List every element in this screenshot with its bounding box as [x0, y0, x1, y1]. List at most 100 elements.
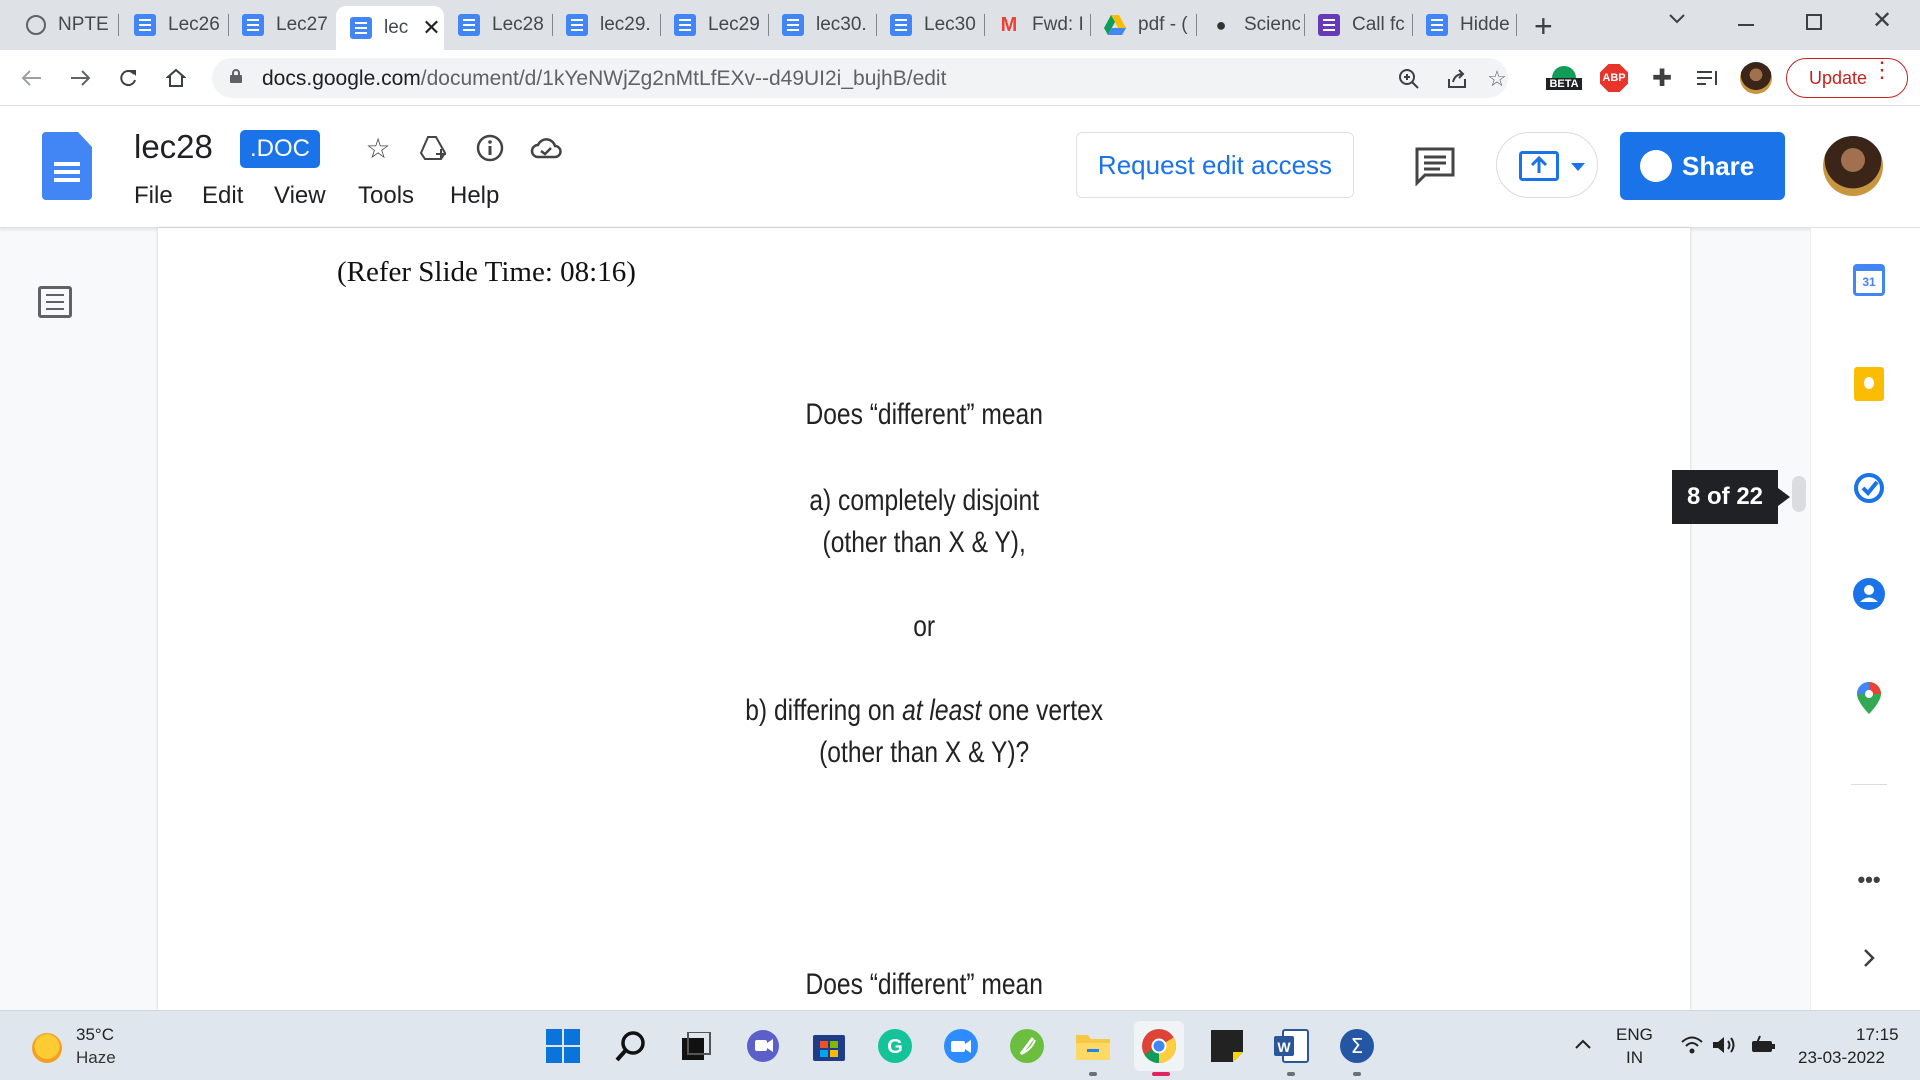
tab-lec28-active[interactable]: lec ✕ — [336, 6, 444, 50]
tab-lec30-b[interactable]: Lec30 — [876, 6, 980, 44]
tab-search-chevron-icon[interactable] — [1668, 12, 1686, 30]
tab-lec30-a[interactable]: lec30. — [768, 6, 872, 44]
reload-icon[interactable] — [110, 60, 146, 96]
comments-icon[interactable] — [1414, 146, 1456, 187]
address-bar[interactable]: docs.google.com/document/d/1kYeNWjZg2nMt… — [212, 58, 1508, 98]
reading-list-icon[interactable] — [1692, 62, 1724, 94]
volume-icon[interactable] — [1712, 1035, 1738, 1060]
tab-hidden[interactable]: Hidde — [1412, 6, 1516, 44]
docs-icon — [134, 14, 156, 36]
tab-lec27[interactable]: Lec27 — [228, 6, 330, 44]
share-page-icon[interactable] — [1444, 66, 1470, 92]
beta-extension-icon[interactable]: BETA — [1546, 62, 1582, 94]
more-horiz-icon[interactable]: ••• — [1853, 864, 1885, 896]
google-docs-logo-icon[interactable] — [42, 132, 92, 200]
menu-view[interactable]: View — [274, 182, 326, 210]
keep-icon[interactable] — [1853, 367, 1885, 401]
zoom-app-icon[interactable] — [942, 1027, 980, 1065]
scrollbar-thumb[interactable] — [1792, 476, 1806, 512]
tab-divider — [1516, 14, 1517, 36]
input-region[interactable]: IN — [1626, 1048, 1643, 1068]
svg-text:W: W — [1277, 1039, 1291, 1055]
tab-lec28-b[interactable]: Lec28 — [444, 6, 548, 44]
word-icon[interactable]: W — [1272, 1027, 1310, 1065]
chrome-icon[interactable] — [1134, 1021, 1184, 1071]
tab-label: Call fc — [1352, 14, 1405, 35]
bookmark-star-icon[interactable]: ☆ — [1484, 66, 1510, 92]
option-b-text-end: one vertex — [981, 694, 1104, 727]
menu-help[interactable]: Help — [450, 182, 499, 210]
update-chrome-button[interactable]: Update ⋮ — [1786, 58, 1908, 98]
tab-lec26[interactable]: Lec26 — [120, 6, 220, 44]
teams-chat-icon[interactable] — [744, 1027, 782, 1065]
weather-description[interactable]: Haze — [76, 1048, 116, 1068]
more-vert-icon[interactable]: ⋮ — [1871, 59, 1893, 81]
tab-label: Scienc — [1244, 14, 1300, 35]
tab-forms[interactable]: Call fc — [1304, 6, 1408, 44]
tab-science[interactable]: ● Scienc — [1196, 6, 1300, 44]
restore-window-icon[interactable] — [1806, 14, 1822, 30]
menu-file[interactable]: File — [134, 182, 173, 210]
math-app-icon[interactable]: Σ — [1338, 1027, 1376, 1065]
running-indicator — [1353, 1072, 1361, 1076]
adblock-extension-icon[interactable]: ABP — [1598, 62, 1630, 94]
task-view-icon[interactable] — [678, 1027, 716, 1065]
tab-lec29-a[interactable]: lec29. — [552, 6, 656, 44]
microsoft-store-icon[interactable] — [810, 1027, 848, 1065]
windows-taskbar: 35°C Haze G W Σ ENG IN 17:15 23-03-2022 — [0, 1010, 1920, 1080]
active-indicator — [1152, 1072, 1170, 1076]
tab-drive[interactable]: pdf - ( — [1090, 6, 1194, 44]
document-title[interactable]: lec28 — [134, 128, 213, 166]
globe-icon — [26, 15, 46, 35]
tab-gmail[interactable]: M Fwd: I — [984, 6, 1088, 44]
minimize-window-icon[interactable] — [1738, 24, 1754, 26]
tab-lec29-b[interactable]: Lec29 — [660, 6, 764, 44]
sticky-notes-icon[interactable] — [1208, 1027, 1246, 1065]
document-outline-icon[interactable] — [38, 286, 72, 318]
account-avatar[interactable] — [1823, 136, 1883, 196]
zoom-icon[interactable] — [1396, 66, 1422, 92]
profile-avatar[interactable] — [1740, 62, 1772, 94]
file-explorer-icon[interactable] — [1074, 1027, 1112, 1065]
contacts-icon[interactable] — [1853, 578, 1885, 610]
close-tab-icon[interactable]: ✕ — [422, 15, 440, 41]
chevron-right-icon[interactable] — [1853, 942, 1885, 974]
clock-date[interactable]: 23-03-2022 — [1798, 1048, 1885, 1068]
grammarly-icon[interactable]: G — [876, 1027, 914, 1065]
wifi-icon[interactable] — [1680, 1035, 1704, 1060]
weather-sun-icon[interactable] — [32, 1033, 62, 1063]
tab-nptel[interactable]: NPTEL — [12, 6, 108, 44]
quill-app-icon[interactable] — [1008, 1027, 1046, 1065]
clock-time[interactable]: 17:15 — [1856, 1025, 1899, 1045]
input-language[interactable]: ENG — [1616, 1025, 1653, 1045]
search-icon[interactable] — [612, 1027, 650, 1065]
request-edit-access-button[interactable]: Request edit access — [1076, 132, 1354, 198]
close-window-icon[interactable]: ✕ — [1872, 6, 1892, 35]
windows-start-icon[interactable] — [544, 1027, 582, 1065]
weather-temperature[interactable]: 35°C — [76, 1025, 114, 1045]
maps-pin-icon[interactable] — [1853, 682, 1885, 714]
share-button[interactable]: Share — [1620, 132, 1785, 200]
calendar-icon[interactable]: 31 — [1853, 264, 1885, 296]
tasks-icon[interactable] — [1853, 472, 1885, 504]
extensions-puzzle-icon[interactable]: ✚ — [1646, 62, 1678, 94]
docs-icon — [890, 14, 912, 36]
star-icon[interactable]: ☆ — [360, 130, 396, 166]
tray-expand-icon[interactable] — [1574, 1037, 1592, 1055]
tab-label: Lec28 — [492, 14, 544, 35]
new-tab-icon[interactable]: + — [1534, 8, 1553, 45]
add-to-drive-icon[interactable] — [416, 130, 452, 166]
cloud-saved-icon[interactable] — [528, 130, 564, 166]
menu-edit[interactable]: Edit — [202, 182, 243, 210]
tab-label: pdf - ( — [1138, 14, 1188, 35]
option-b-emphasis: at least — [902, 694, 982, 727]
slide-question: Does “different” mean — [805, 398, 1043, 431]
document-info-icon[interactable] — [472, 130, 508, 166]
battery-icon[interactable] — [1750, 1035, 1778, 1060]
running-indicator — [1287, 1072, 1295, 1076]
forward-arrow-icon[interactable] — [62, 60, 98, 96]
menu-tools[interactable]: Tools — [358, 182, 414, 210]
home-icon[interactable] — [158, 60, 194, 96]
back-arrow-icon[interactable] — [14, 60, 50, 96]
present-meeting-button[interactable] — [1496, 132, 1598, 198]
